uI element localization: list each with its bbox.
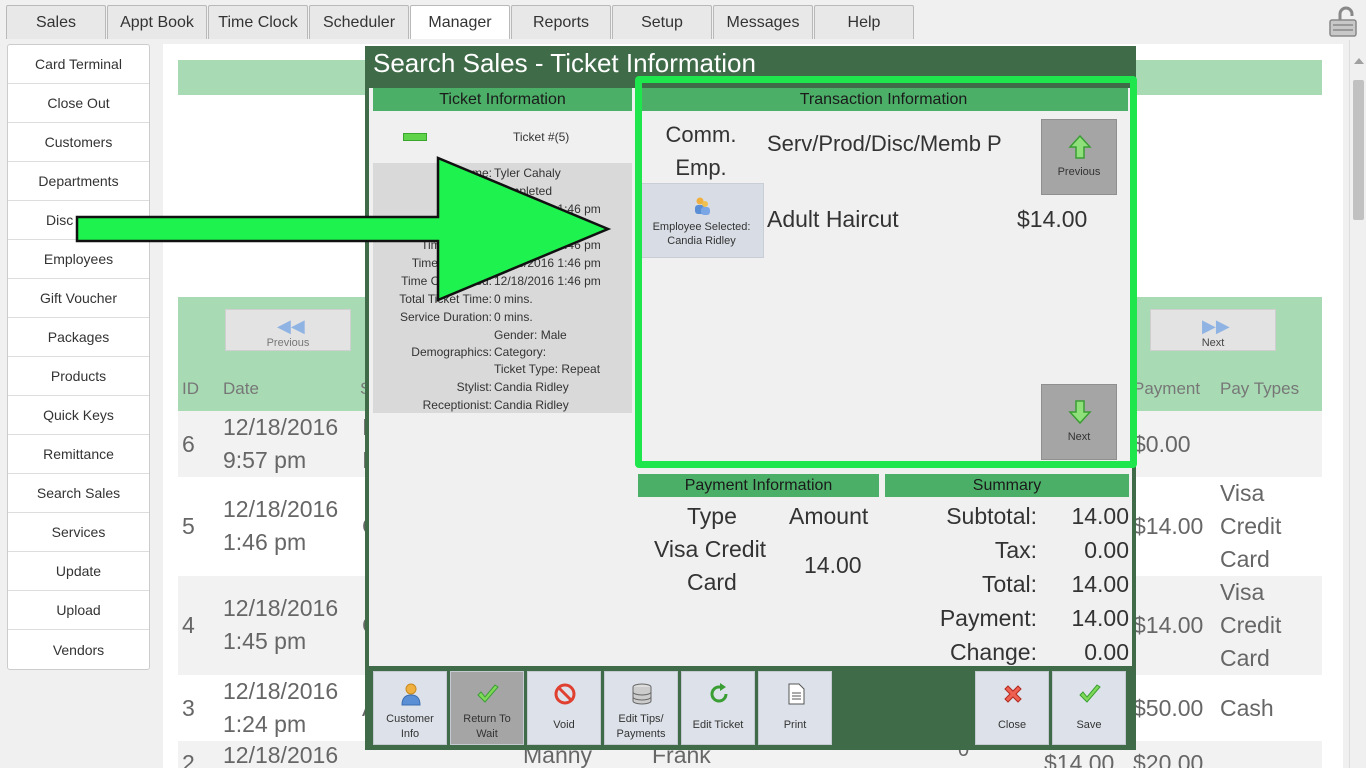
manager-sidebar: Card Terminal Close Out Customers Depart…: [7, 44, 150, 670]
edit-ticket-button[interactable]: Edit Ticket: [681, 671, 755, 745]
sidebar-item-search-sales[interactable]: Search Sales: [8, 474, 149, 513]
lock-icon[interactable]: [1326, 6, 1360, 38]
payment-amount: 14.00: [804, 552, 862, 578]
sidebar-item-gift-voucher[interactable]: Gift Voucher: [8, 279, 149, 318]
double-chevron-right-icon: ▶▶: [1202, 316, 1230, 336]
double-chevron-left-icon: ◀◀: [277, 316, 305, 336]
close-icon: [1004, 685, 1022, 703]
dialog-body: Ticket Information Ticket #(5) Name: Tyle…: [369, 76, 1137, 666]
top-bar: Sales Appt Book Time Clock Scheduler Man…: [0, 0, 1366, 40]
column-header-payment[interactable]: Payment: [1133, 379, 1200, 399]
ticket-information-heading: Ticket Information: [373, 88, 632, 111]
payment-amount-header: Amount: [789, 503, 869, 529]
ticket-information-panel: Ticket Information Ticket #(5) Name: Tyle…: [373, 88, 632, 413]
sidebar-item-packages[interactable]: Packages: [8, 318, 149, 357]
list-previous-label: Previous: [266, 337, 310, 349]
refresh-icon: [710, 683, 728, 703]
list-previous-button[interactable]: ◀◀ Previous: [225, 309, 351, 351]
payment-type-line1: Visa Credit: [654, 536, 767, 562]
dialog-title: Search Sales - Ticket Information: [373, 48, 756, 78]
print-icon: [788, 683, 805, 705]
payment-information-heading: Payment Information: [638, 474, 879, 497]
ticket-details: Name: Tyler Cahaly Status: Completed Timei…: [373, 163, 632, 413]
sidebar-item-card-terminal[interactable]: Card Terminal: [8, 45, 149, 84]
payment-label: Payment:: [939, 605, 1037, 631]
column-header-id[interactable]: ID: [182, 379, 199, 399]
tab-time-clock[interactable]: Time Clock: [208, 5, 308, 39]
return-to-wait-button[interactable]: Return To Wait: [450, 671, 524, 745]
column-header-pay-types[interactable]: Pay Types: [1220, 379, 1299, 399]
payment-type-line2: Card: [687, 569, 737, 595]
customer-icon: [401, 683, 421, 706]
change-value: 0.00: [1084, 639, 1129, 665]
status-badge: [403, 133, 427, 141]
void-icon: [554, 683, 576, 705]
tab-scheduler[interactable]: Scheduler: [309, 5, 409, 39]
void-button[interactable]: Void: [527, 671, 601, 745]
sidebar-item-services[interactable]: Services: [8, 513, 149, 552]
transaction-highlight-frame: [635, 76, 1137, 468]
scroll-thumb[interactable]: [1353, 80, 1364, 220]
scroll-up-icon[interactable]: [1354, 58, 1364, 64]
sidebar-item-close-out[interactable]: Close Out: [8, 84, 149, 123]
payment-value: 14.00: [1071, 605, 1129, 631]
sidebar-item-customers[interactable]: Customers: [8, 123, 149, 162]
checkmark-icon: [1079, 684, 1101, 703]
main-tabs: Sales Appt Book Time Clock Scheduler Man…: [6, 5, 915, 39]
tab-help[interactable]: Help: [814, 5, 914, 39]
dialog-toolbar: Customer Info Return To Wait Void Edit T…: [369, 668, 1132, 746]
tab-setup[interactable]: Setup: [612, 5, 712, 39]
checkmark-icon: [477, 684, 499, 703]
subtotal-value: 14.00: [1071, 503, 1129, 529]
ticket-number: Ticket #(5): [513, 130, 570, 144]
customer-info-button[interactable]: Customer Info: [373, 671, 447, 745]
list-next-label: Next: [1201, 337, 1225, 349]
summary-heading: Summary: [885, 474, 1129, 497]
tab-reports[interactable]: Reports: [511, 5, 611, 39]
tab-sales[interactable]: Sales: [6, 5, 106, 39]
total-label: Total:: [982, 571, 1037, 597]
sidebar-item-products[interactable]: Products: [8, 357, 149, 396]
total-value: 14.00: [1071, 571, 1129, 597]
sidebar-item-discounts[interactable]: Disc: [8, 201, 149, 240]
save-button[interactable]: Save: [1052, 671, 1126, 745]
tax-value: 0.00: [1084, 537, 1129, 563]
ticket-header: Ticket #(5): [373, 113, 632, 163]
page-scrollbar[interactable]: [1349, 40, 1366, 768]
change-label: Change:: [950, 639, 1037, 665]
tab-messages[interactable]: Messages: [713, 5, 813, 39]
tax-label: Tax:: [994, 537, 1037, 563]
list-next-button[interactable]: ▶▶ Next: [1150, 309, 1276, 351]
close-button[interactable]: Close: [975, 671, 1049, 745]
payment-type-header: Type: [687, 503, 737, 529]
column-header-date[interactable]: Date: [223, 379, 259, 399]
edit-tips-payments-button[interactable]: Edit Tips/ Payments: [604, 671, 678, 745]
tab-manager[interactable]: Manager: [410, 5, 510, 39]
subtotal-label: Subtotal:: [946, 503, 1037, 529]
ticket-information-dialog: Search Sales - Ticket Information Ticket…: [365, 46, 1137, 750]
sidebar-item-departments[interactable]: Departments: [8, 162, 149, 201]
sidebar-item-update[interactable]: Update: [8, 552, 149, 591]
tab-appt-book[interactable]: Appt Book: [107, 5, 207, 39]
sidebar-item-employees[interactable]: Employees: [8, 240, 149, 279]
sidebar-item-vendors[interactable]: Vendors: [8, 630, 149, 669]
print-button[interactable]: Print: [758, 671, 832, 745]
sidebar-item-upload[interactable]: Upload: [8, 591, 149, 630]
coins-icon: [632, 683, 652, 705]
sidebar-item-quick-keys[interactable]: Quick Keys: [8, 396, 149, 435]
sidebar-item-remittance[interactable]: Remittance: [8, 435, 149, 474]
